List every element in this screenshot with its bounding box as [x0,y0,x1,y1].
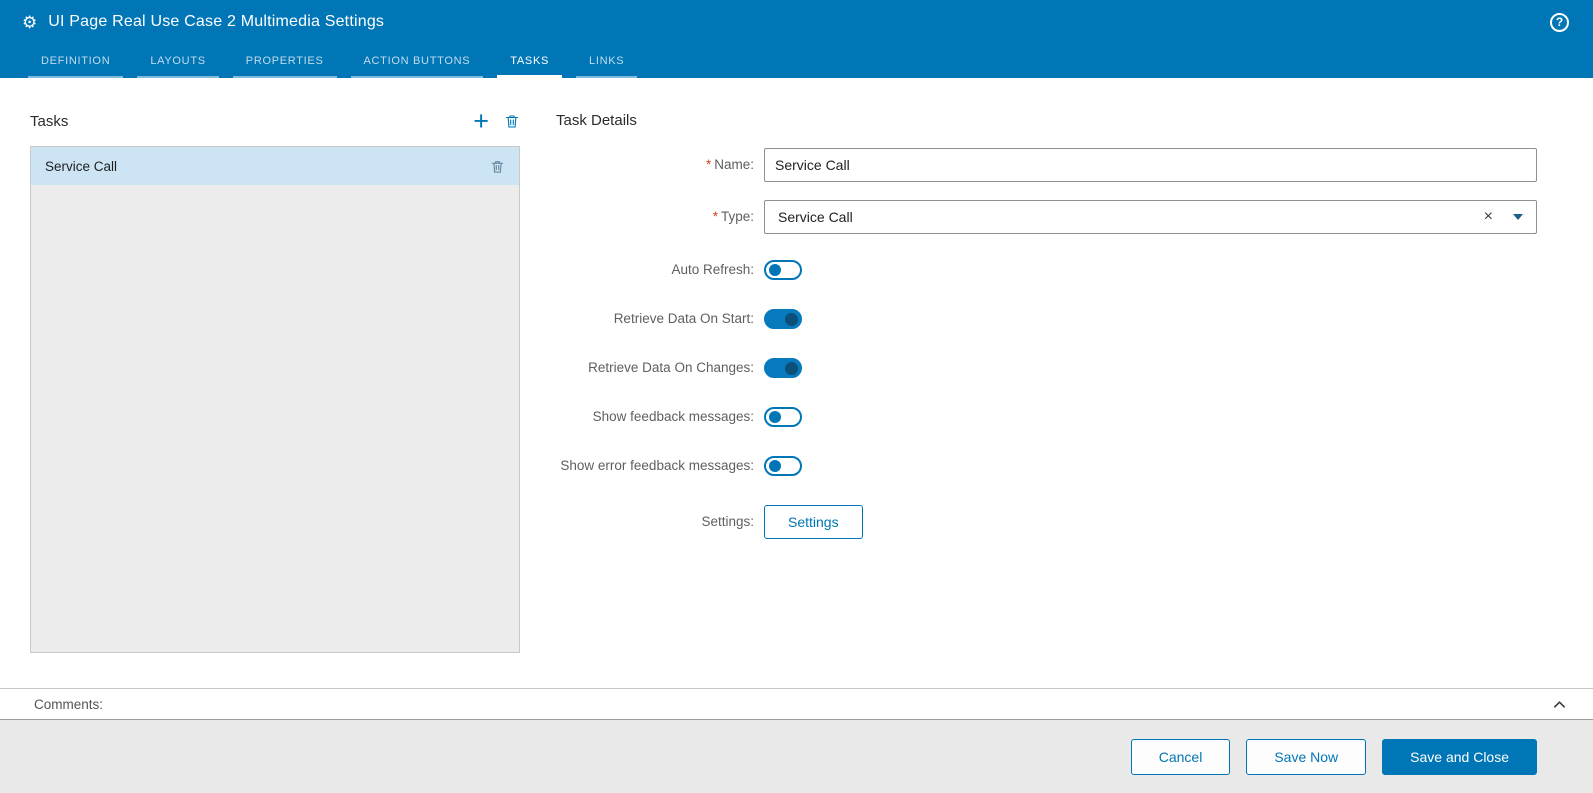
tab-properties[interactable]: PROPERTIES [232,55,337,78]
footer-action-bar: Cancel Save Now Save and Close [0,720,1593,793]
page-title: UI Page Real Use Case 2 Multimedia Setti… [48,13,385,30]
form-row-type: * Type: Service Call × [556,200,1537,234]
toggle-knob [769,460,781,472]
required-indicator: * [712,209,718,224]
toggle-knob [785,361,798,375]
task-details-panel: Task Details *Name: *Type: Service Call … [556,106,1537,688]
type-label: * Type: [712,209,754,224]
toggle-knob [785,312,798,326]
retrieve-on-start-toggle[interactable] [764,309,802,329]
tab-links[interactable]: LINKS [576,55,638,78]
tab-action-buttons[interactable]: ACTION BUTTONS [350,55,484,78]
show-feedback-toggle[interactable] [764,407,802,427]
auto-refresh-label: Auto Refresh: [671,262,754,277]
help-icon[interactable]: ? [1550,12,1569,32]
required-indicator: * [705,157,712,172]
show-feedback-label: Show feedback messages: [592,409,754,424]
delete-task-row-icon[interactable] [490,159,505,174]
show-error-feedback-toggle[interactable] [764,456,802,476]
settings-label: Settings: [701,514,754,529]
task-list-item[interactable]: Service Call [31,147,519,185]
comments-label: Comments: [34,696,104,712]
form-row-retrieve-on-start: Retrieve Data On Start: [556,309,1537,329]
show-error-feedback-label: Show error feedback messages: [560,458,754,473]
form-row-show-feedback: Show feedback messages: [556,407,1537,427]
cancel-button[interactable]: Cancel [1130,738,1231,775]
type-select[interactable]: Service Call × [764,200,1537,234]
clear-icon[interactable]: × [1484,209,1493,225]
task-details-form: *Name: *Type: Service Call × [556,148,1537,557]
chevron-down-icon[interactable] [1513,214,1523,220]
tasks-actions: + [473,108,520,135]
delete-task-icon[interactable] [504,113,520,129]
auto-refresh-toggle[interactable] [764,260,802,280]
retrieve-on-start-label: Retrieve Data On Start: [613,311,754,326]
tab-tasks[interactable]: TASKS [497,55,563,78]
form-row-settings: Settings: Settings [556,505,1537,539]
app-window: ⚙ UI Page Real Use Case 2 Multimedia Set… [0,0,1593,793]
type-select-value: Service Call [778,209,853,225]
save-now-button[interactable]: Save Now [1246,738,1367,775]
chevron-up-icon[interactable] [1552,697,1567,712]
comments-bar[interactable]: Comments: [0,688,1593,720]
form-row-auto-refresh: Auto Refresh: [556,260,1537,280]
gear-icon: ⚙ [22,12,38,32]
main-content: Tasks + Service Call Task Details * Name… [0,78,1593,688]
retrieve-on-changes-label: Retrieve Data On Changes: [588,360,754,375]
tasks-panel: Tasks + Service Call [30,106,520,688]
retrieve-on-changes-toggle[interactable] [764,358,802,378]
task-item-label: Service Call [45,158,118,174]
form-row-name: * Name: [556,148,1537,182]
save-and-close-button[interactable]: Save and Close [1382,738,1537,775]
title-row: ⚙ UI Page Real Use Case 2 Multimedia Set… [0,0,1593,44]
task-details-title: Task Details [556,112,637,129]
add-task-icon[interactable]: + [473,108,489,135]
task-list: Service Call [30,146,520,653]
settings-button[interactable]: Settings [764,505,863,539]
toggle-knob [769,264,781,276]
tab-layouts[interactable]: LAYOUTS [137,55,219,78]
form-row-show-error-feedback: Show error feedback messages: [556,456,1537,476]
tasks-title: Tasks [30,112,69,130]
tab-bar: DEFINITION LAYOUTS PROPERTIES ACTION BUT… [0,44,1593,78]
header: ⚙ UI Page Real Use Case 2 Multimedia Set… [0,0,1593,78]
form-row-retrieve-on-changes: Retrieve Data On Changes: [556,358,1537,378]
tab-definition[interactable]: DEFINITION [28,55,124,78]
name-input[interactable] [764,148,1537,182]
toggle-knob [769,411,781,423]
name-label: * Name: [705,157,754,172]
tasks-panel-header: Tasks + [30,106,520,136]
